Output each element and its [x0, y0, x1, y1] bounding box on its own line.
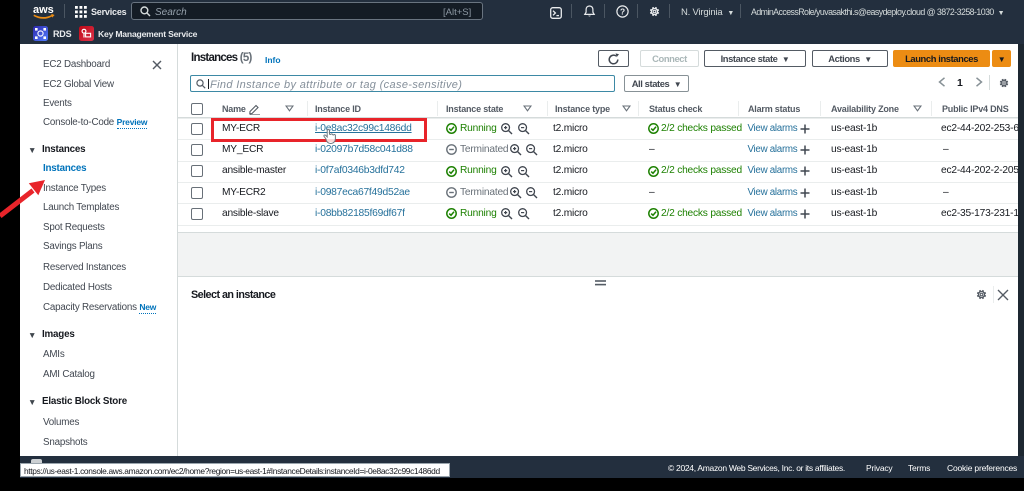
svg-text:aws: aws: [33, 4, 54, 16]
svg-text:?: ?: [620, 6, 625, 16]
